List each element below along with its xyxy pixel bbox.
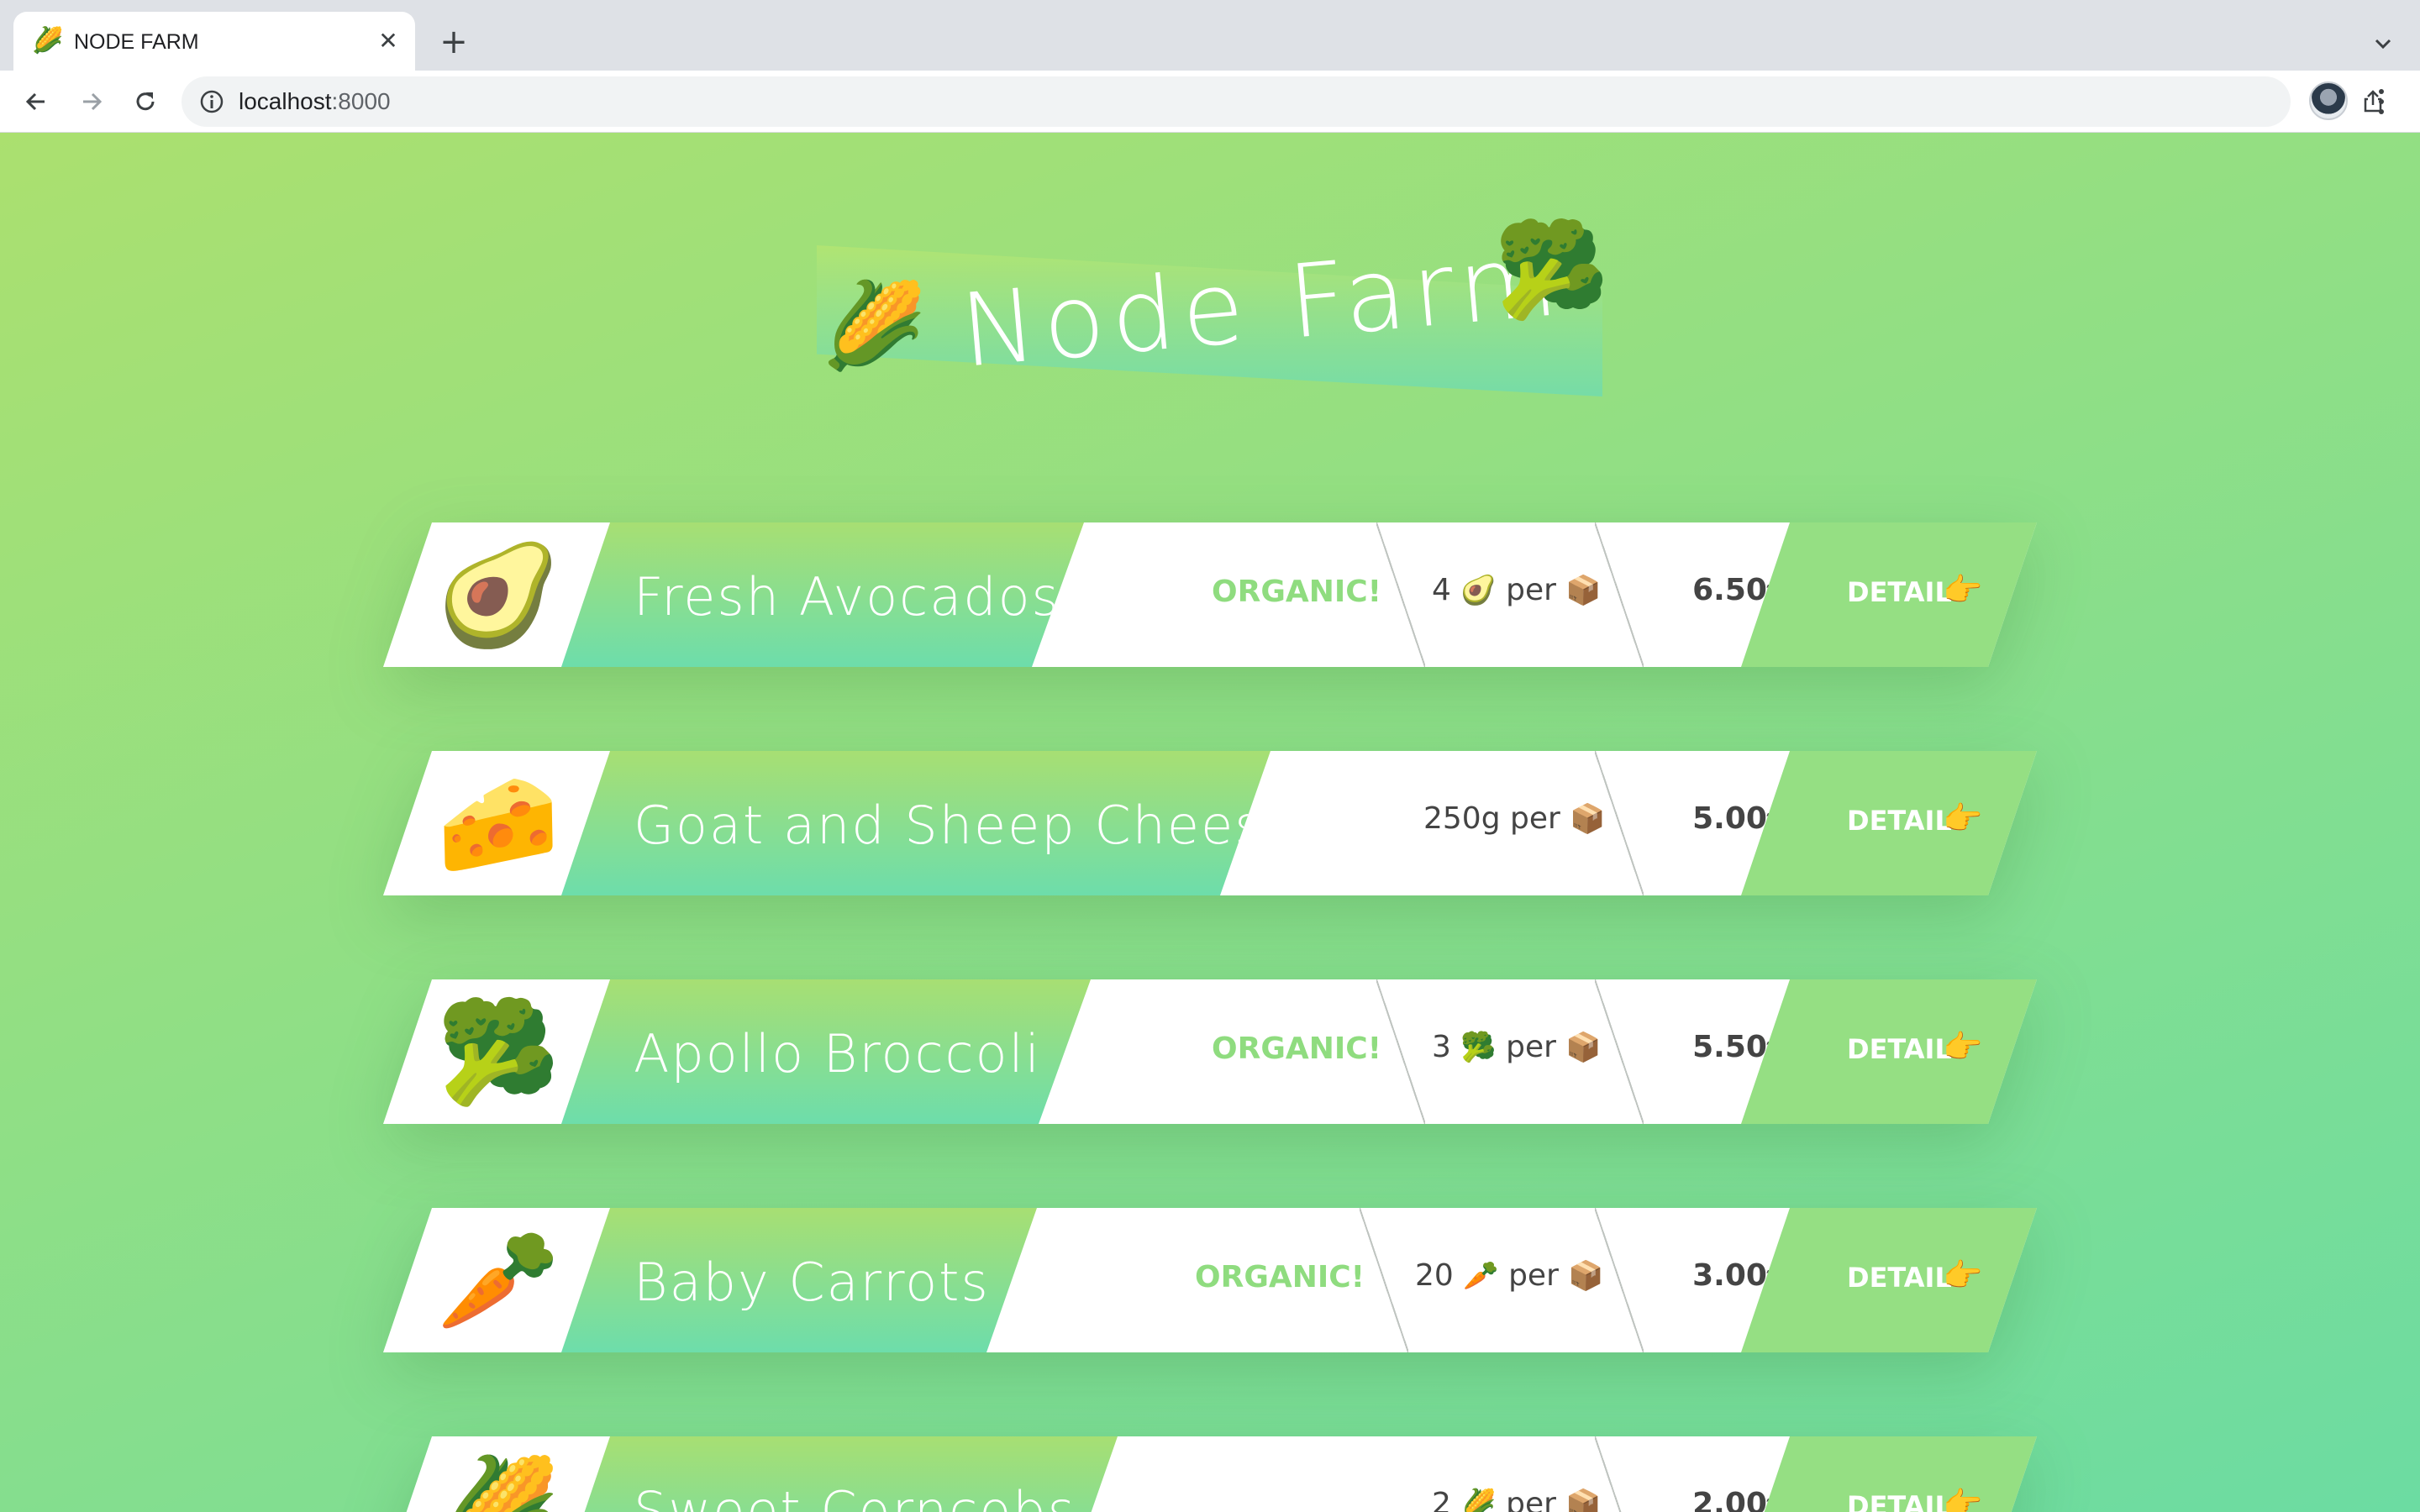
pointing-hand-icon: 👉	[1943, 800, 1983, 837]
detail-button[interactable]: DETAIL 👉	[1741, 751, 2037, 895]
product-quantity: 250g per 📦	[1423, 801, 1606, 836]
profile-avatar[interactable]	[2309, 81, 2348, 120]
browser-tab[interactable]: 🌽 NODE FARM ✕	[13, 12, 415, 71]
url-text[interactable]: localhost:8000	[239, 88, 391, 115]
product-card: 🌽 Sweet Corncobs 2 🌽 per 📦 2.00€ DETAIL …	[383, 1436, 2037, 1512]
qty-per: per	[1508, 1258, 1559, 1293]
product-name[interactable]: Fresh Avocados	[634, 566, 1060, 627]
avocado-icon: 🥑	[1460, 574, 1497, 607]
product-name-band: Goat and Sheep Cheese	[561, 751, 1270, 895]
close-tab-icon[interactable]: ✕	[373, 26, 403, 56]
product-name-band: Apollo Broccoli	[561, 979, 1091, 1124]
browser-menu-icon[interactable]	[2368, 82, 2395, 121]
address-bar[interactable]: localhost:8000	[182, 76, 2382, 127]
qty-per: per	[1510, 801, 1560, 836]
product-name-band: Baby Carrots	[561, 1208, 1037, 1352]
corn-icon: 🌽	[436, 1451, 560, 1512]
pointing-hand-icon: 👉	[1943, 1485, 1983, 1512]
forward-arrow-icon	[83, 92, 103, 111]
product-name-band: Fresh Avocados	[561, 522, 1084, 667]
detail-label: DETAIL	[1847, 1033, 1952, 1065]
product-name[interactable]: Sweet Corncobs	[634, 1480, 1076, 1512]
detail-label: DETAIL	[1847, 1490, 1952, 1512]
product-card: 🥦 Apollo Broccoli ORGANIC! 3 🥦 per 📦 5.5…	[383, 979, 2037, 1124]
divider	[1595, 751, 1644, 895]
qty-number: 3	[1432, 1030, 1451, 1064]
back-arrow-icon	[25, 92, 45, 111]
product-quantity: 3 🥦 per 📦	[1432, 1030, 1602, 1064]
divider	[1376, 522, 1425, 667]
tab-search-chevron-icon[interactable]	[2366, 27, 2400, 60]
tab-title: NODE FARM	[74, 30, 199, 54]
detail-button[interactable]: DETAIL 👉	[1741, 1208, 2037, 1352]
corn-icon: 🌽	[822, 276, 927, 375]
detail-button[interactable]: DETAIL 👉	[1741, 522, 2037, 667]
reload-button[interactable]	[126, 82, 165, 121]
browser-toolbar: localhost:8000	[0, 71, 2420, 133]
product-card: 🧀 Goat and Sheep Cheese 250g per 📦 5.00€…	[383, 751, 2037, 895]
detail-label: DETAIL	[1847, 1262, 1952, 1294]
divider	[1360, 1208, 1408, 1352]
divider	[1595, 1436, 1644, 1512]
divider	[1595, 1208, 1644, 1352]
product-name[interactable]: Goat and Sheep Cheese	[634, 795, 1270, 856]
detail-label: DETAIL	[1847, 805, 1952, 837]
cheese-icon: 🧀	[436, 765, 560, 881]
organic-badge: ORGANIC!	[1212, 575, 1382, 609]
qty-number: 20	[1415, 1258, 1454, 1293]
url-host: localhost	[239, 88, 332, 114]
back-button[interactable]	[17, 82, 55, 121]
detail-label: DETAIL	[1847, 576, 1952, 608]
broccoli-icon: 🥦	[1494, 216, 1609, 323]
qty-per: per	[1506, 573, 1556, 607]
broccoli-icon: 🥦	[436, 994, 560, 1110]
product-card: 🥕 Baby Carrots ORGANIC! 20 🥕 per 📦 3.00€…	[383, 1208, 2037, 1352]
url-port: :8000	[331, 88, 391, 114]
broccoli-icon: 🥦	[1460, 1031, 1497, 1064]
pointing-hand-icon: 👉	[1943, 571, 1983, 608]
divider	[1595, 522, 1644, 667]
avocado-icon: 🥑	[436, 537, 560, 653]
detail-button[interactable]: DETAIL 👉	[1741, 979, 2037, 1124]
carrot-icon: 🥕	[436, 1222, 560, 1338]
site-logo: 🌽 Node Farm 🥦	[817, 216, 1609, 435]
carrot-icon: 🥕	[1463, 1259, 1499, 1293]
product-quantity: 2 🌽 per 📦	[1432, 1487, 1602, 1512]
organic-badge: ORGANIC!	[1212, 1032, 1382, 1066]
qty-per: per	[1506, 1487, 1556, 1512]
page: 🌽 Node Farm 🥦 🥑 Fresh Avocados ORGANIC! …	[0, 133, 2420, 1512]
new-tab-button[interactable]: +	[435, 24, 472, 60]
tab-strip: 🌽 NODE FARM ✕ +	[0, 0, 2420, 71]
organic-badge: ORGANIC!	[1195, 1260, 1365, 1294]
qty-per: per	[1506, 1030, 1556, 1064]
qty-number: 4	[1432, 573, 1451, 607]
product-quantity: 20 🥕 per 📦	[1415, 1258, 1604, 1293]
corn-icon: 🌽	[1460, 1488, 1497, 1512]
site-info-icon[interactable]	[198, 88, 225, 115]
pointing-hand-icon: 👉	[1943, 1028, 1983, 1065]
product-name[interactable]: Baby Carrots	[634, 1252, 990, 1313]
product-quantity: 4 🥑 per 📦	[1432, 573, 1602, 607]
forward-button[interactable]	[72, 82, 111, 121]
reload-icon	[136, 92, 155, 111]
corn-favicon-icon: 🌽	[32, 26, 64, 55]
product-name-band: Sweet Corncobs	[561, 1436, 1118, 1512]
product-name[interactable]: Apollo Broccoli	[634, 1023, 1041, 1084]
divider	[1376, 979, 1425, 1124]
qty-number: 2	[1432, 1487, 1451, 1512]
pointing-hand-icon: 👉	[1943, 1257, 1983, 1294]
product-card: 🥑 Fresh Avocados ORGANIC! 4 🥑 per 📦 6.50…	[383, 522, 2037, 667]
qty-number: 250g	[1423, 801, 1501, 836]
divider	[1595, 979, 1644, 1124]
